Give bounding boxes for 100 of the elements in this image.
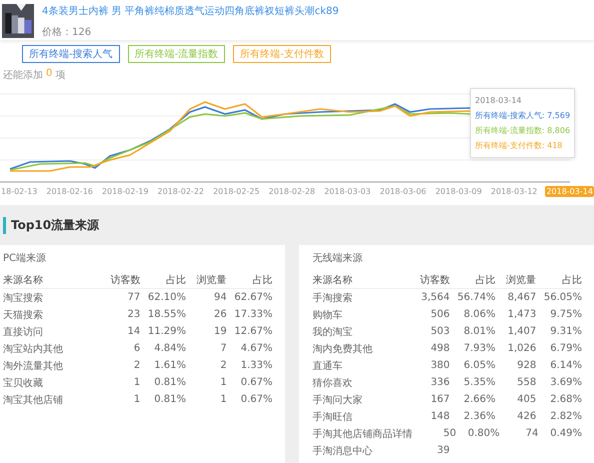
table-cell-text: 直通车 [312,360,344,372]
product-title-link[interactable]: 4条装男士内裤 男 平角裤纯棉质透气运动四角底裤衩短裤头潮ck89 [42,4,339,18]
table-cell-text: 498 [430,343,450,354]
column-header: 来源名称 [312,274,354,286]
table-cell-text: 17.33% [233,309,272,320]
table-cell-text: 手淘问大家 [312,394,364,406]
table-cell-text: 3.69% [549,377,582,388]
price-text: 价格：126 [42,26,92,38]
table-cell-text: 宝贝收藏 [3,376,44,390]
legend-chip[interactable]: 所有终端-支付件数 [233,45,331,63]
table-cell-text: 0.67% [240,394,272,405]
table-cell-text: 56.05% [542,292,582,303]
table-cell-text: 19 [213,326,227,337]
table-cell-text: 336 [430,377,450,388]
legend-chip[interactable]: 所有终端-流量指数 [128,45,226,63]
table-cell-text: 77 [126,292,140,303]
table-cell-text: 0.49% [549,428,582,439]
table-cell-text: 0.67% [240,377,272,388]
axis-date-label: 2018-02-22 [156,186,205,197]
table-cell-text: 94 [213,292,227,303]
legend-chip[interactable]: 所有终端-搜索人气 [22,45,120,63]
axis-date-label: 2018-02-19 [100,186,150,197]
table-cell-text: 6 [132,343,140,354]
table-cell-text: 6.14% [549,360,582,371]
column-header: 访客数 [418,274,450,286]
axis-date-label: 2018-02-25 [212,186,261,197]
table-cell-text: 淘宝其他店铺 [3,394,64,406]
table-cell-text: 2 [219,360,227,371]
axis-date-label: 2018-03-06 [378,186,428,197]
table-cell-text: 手淘其他店铺商品详情 [312,428,412,440]
table-cell-text: 1,026 [506,343,536,354]
axis-date-label: 2018-03-14 [545,186,594,197]
table-cell-text: 8,467 [506,292,536,303]
table-cell-text: 8.01% [462,326,496,337]
table-cell-text: 1 [132,377,140,388]
remaining-unit: 项 [55,69,66,82]
table-cell-text: 11.29% [146,326,186,337]
table-cell-text: 1 [219,394,227,405]
table-cell-text: 50 [442,428,456,439]
table-cell-text: 426 [516,411,536,422]
table-cell-text: 购物车 [312,308,344,322]
column-header: 占比 [474,274,496,286]
table-cell-text: 3,564 [420,292,450,303]
table-cell-text: 148 [430,411,450,422]
table-cell-text: 淘外流量其他 [3,360,64,372]
column-header: 占比 [165,274,186,286]
table-cell-text: 39 [436,445,450,456]
table-cell-text: 405 [516,394,536,405]
table-cell-text: 淘内免费其他 [312,342,374,356]
table-cell-text: 手淘搜索 [312,292,354,304]
table-cell-text: 我的淘宝 [312,326,354,338]
tooltip-entry: 所有终端-流量指数: 8,806 [475,125,570,137]
table-cell-text: 4.84% [153,343,186,354]
table-cell-text: 14 [126,326,140,337]
axis-date-label: 2018-03-03 [323,186,372,197]
table-cell-text: 62.10% [146,292,186,303]
table-cell-text: 506 [430,309,450,320]
tooltip-entry: 所有终端-支付件数: 418 [475,140,562,152]
column-header: 占比 [251,274,272,286]
table-cell-text: 猜你喜欢 [312,376,354,390]
axis-date-label: 2018-02-16 [45,186,94,197]
table-cell-text: 9.75% [549,309,582,320]
table-cell-text: 淘宝搜索 [3,292,44,304]
tooltip-entry: 所有终端-搜索人气: 7,569 [475,110,570,122]
table-cell-text: 9.31% [549,326,582,337]
table-cell-text: 503 [430,326,450,337]
table-cell-text: 天猫搜索 [3,308,44,322]
table-title: 无线端来源 [312,252,364,265]
table-cell-text: 8.06% [462,309,496,320]
table-cell-text: 74 [524,428,538,439]
table-cell-text: 手淘消息中心 [312,444,374,458]
table-cell-text: 928 [516,360,536,371]
table-cell-text: 5.35% [462,377,496,388]
axis-date-label: 2018-02-28 [268,186,316,197]
table-cell-text: 2.82% [549,411,582,422]
section-title: Top10流量来源 [3,216,100,234]
table-title: PC端来源 [3,252,48,265]
table-cell-text: 2.68% [549,394,582,405]
table-cell-text: 167 [430,394,450,405]
column-header: 占比 [560,274,582,286]
axis-date-label: 2018-03-12 [490,186,538,197]
remaining-label: 还能添加 [3,68,43,82]
table-cell-text: 62.67% [233,292,272,303]
table-cell-text: 1,407 [506,326,536,337]
table-cell-text: 6.79% [549,343,582,354]
table-cell-text: 1 [132,394,140,405]
tooltip-date: 2018-03-14 [475,95,522,107]
table-cell-text: 0.81% [153,394,186,405]
table-cell-text: 1.61% [153,360,186,371]
axis-date-label: 18-02-13 [0,186,38,197]
table-cell-text: 4.67% [240,343,272,354]
table-cell-text: 12.67% [233,326,272,337]
table-cell-text: 18.55% [146,309,186,320]
column-header: 浏览量 [196,274,227,286]
table-cell-text: 0.81% [153,377,186,388]
table-cell-text: 26 [213,309,227,320]
table-cell-text: 1.33% [240,360,272,371]
table-cell-text: 2.66% [462,394,496,405]
column-header: 浏览量 [505,274,536,286]
table-cell-text: 2.36% [462,411,496,422]
